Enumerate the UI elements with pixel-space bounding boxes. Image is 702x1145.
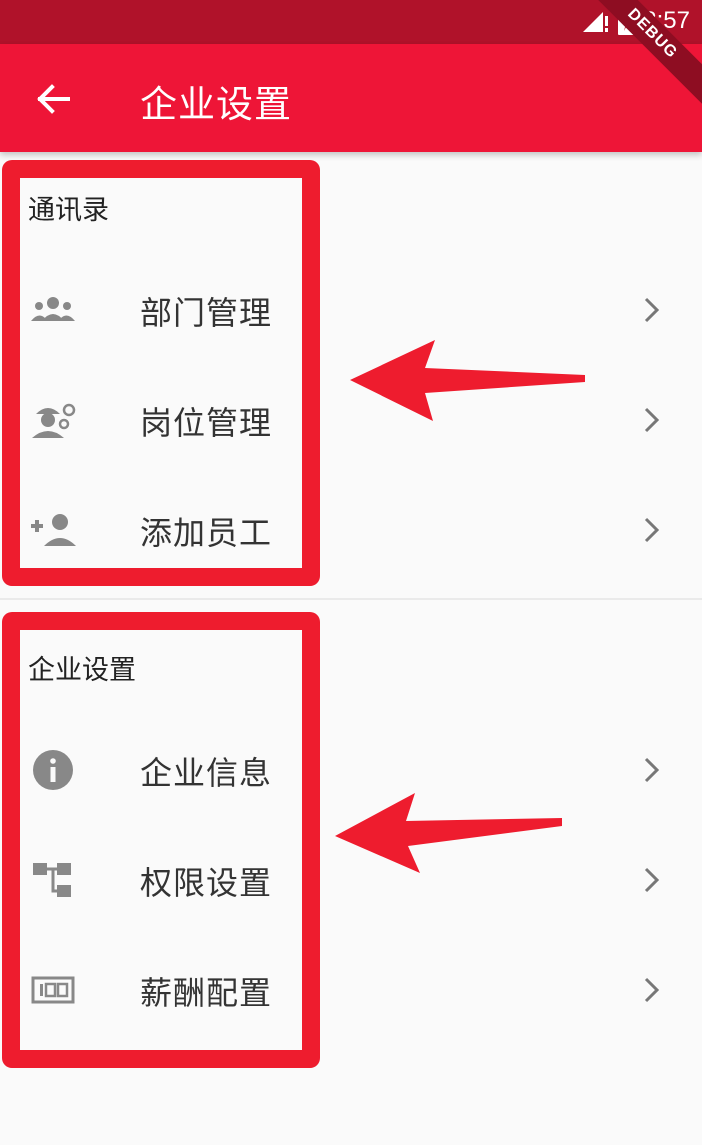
annotation-arrow-bottom (335, 793, 562, 873)
annotation-box-company-settings (2, 612, 320, 1068)
debug-banner: DEBUG (582, 0, 702, 115)
chevron-right-icon (644, 757, 660, 783)
annotation-box-contacts (2, 160, 320, 586)
chevron-right-icon (644, 867, 660, 893)
chevron-right-icon (644, 517, 660, 543)
back-button[interactable] (26, 72, 80, 126)
section-divider (0, 598, 702, 600)
arrow-back-icon (37, 84, 70, 114)
chevron-right-icon (644, 297, 660, 323)
chevron-right-icon (644, 407, 660, 433)
annotation-arrow-top (350, 340, 585, 421)
page-title: 企业设置 (140, 83, 292, 126)
chevron-right-icon (644, 977, 660, 1003)
debug-banner-clip: DEBUG (582, 0, 702, 120)
